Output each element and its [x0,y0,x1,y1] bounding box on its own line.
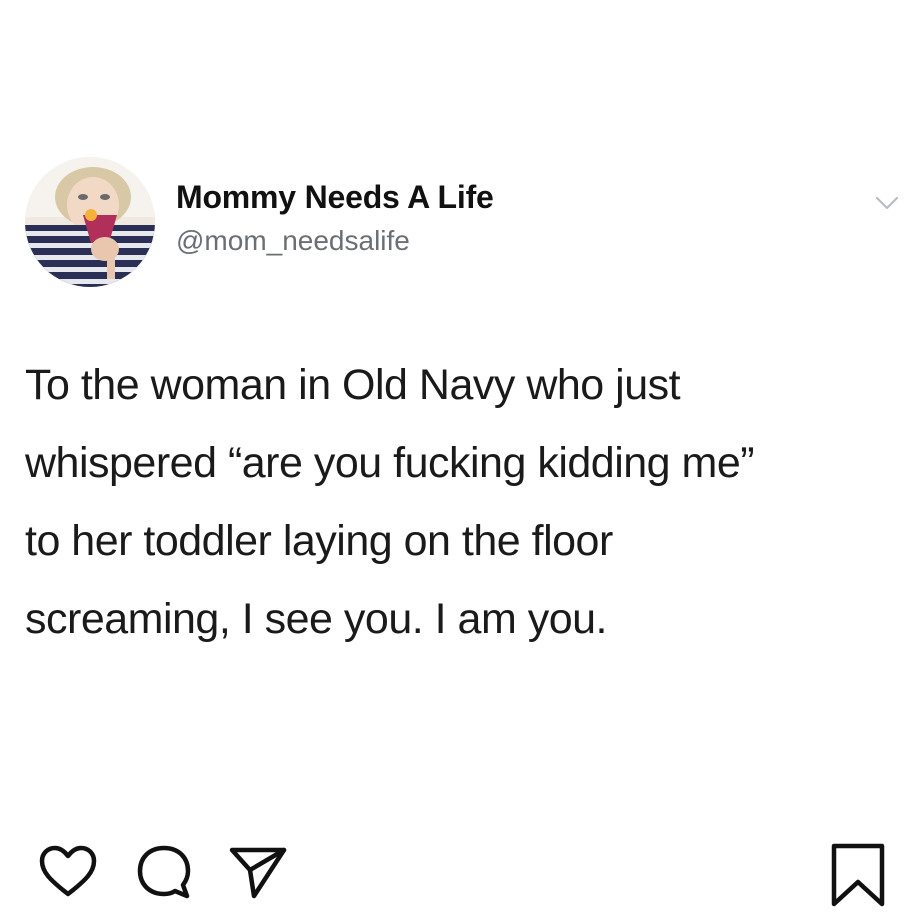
save-button[interactable] [826,840,890,910]
tweet-header: Mommy Needs A Life @mom_needsalife [25,157,899,289]
handle[interactable]: @mom_needsalife [176,225,410,257]
paper-plane-icon [226,840,290,904]
bookmark-icon [826,840,890,910]
tweet-text: To the woman in Old Navy who just whispe… [25,346,905,658]
like-button[interactable] [36,840,100,904]
chevron-down-icon[interactable] [875,193,899,213]
tweet-text-line: whispered “are you fucking kidding me” [25,439,755,487]
avatar[interactable] [25,157,155,287]
heart-icon [36,840,100,904]
action-bar [0,840,924,910]
tweet-text-line: to her toddler laying on the floor [25,517,613,565]
tweet-text-line: To the woman in Old Navy who just [25,361,681,409]
comment-button[interactable] [132,840,196,904]
instagram-post: Mommy Needs A Life @mom_needsalife To th… [0,0,924,924]
avatar-image [25,157,155,287]
share-button[interactable] [226,840,290,904]
tweet-text-line: screaming, I see you. I am you. [25,595,608,643]
display-name[interactable]: Mommy Needs A Life [176,179,494,216]
comment-icon [132,840,196,904]
